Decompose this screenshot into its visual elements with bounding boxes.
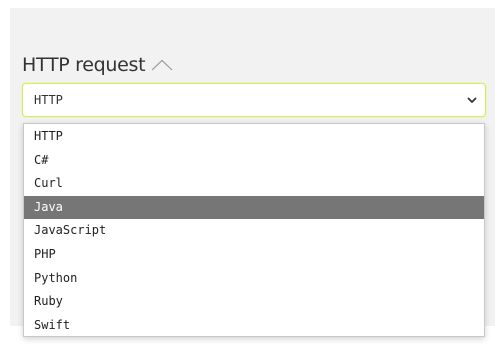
language-select[interactable]: HTTP bbox=[22, 83, 486, 117]
caret-up-icon[interactable] bbox=[151, 58, 173, 76]
option-curl[interactable]: Curl bbox=[24, 172, 484, 196]
section-title: HTTP request bbox=[22, 54, 146, 76]
option-csharp[interactable]: C# bbox=[24, 149, 484, 173]
chevron-down-icon bbox=[467, 91, 477, 109]
option-javascript[interactable]: JavaScript bbox=[24, 219, 484, 243]
option-swift[interactable]: Swift bbox=[24, 314, 484, 338]
option-java[interactable]: Java bbox=[24, 195, 484, 220]
option-ruby[interactable]: Ruby bbox=[24, 290, 484, 314]
select-value: HTTP bbox=[34, 93, 63, 107]
option-python[interactable]: Python bbox=[24, 267, 484, 291]
option-php[interactable]: PHP bbox=[24, 243, 484, 267]
http-request-section-header[interactable]: HTTP request bbox=[22, 50, 173, 80]
language-dropdown-list: HTTP C# Curl Java JavaScript PHP Python … bbox=[23, 123, 485, 337]
option-http[interactable]: HTTP bbox=[24, 125, 484, 149]
